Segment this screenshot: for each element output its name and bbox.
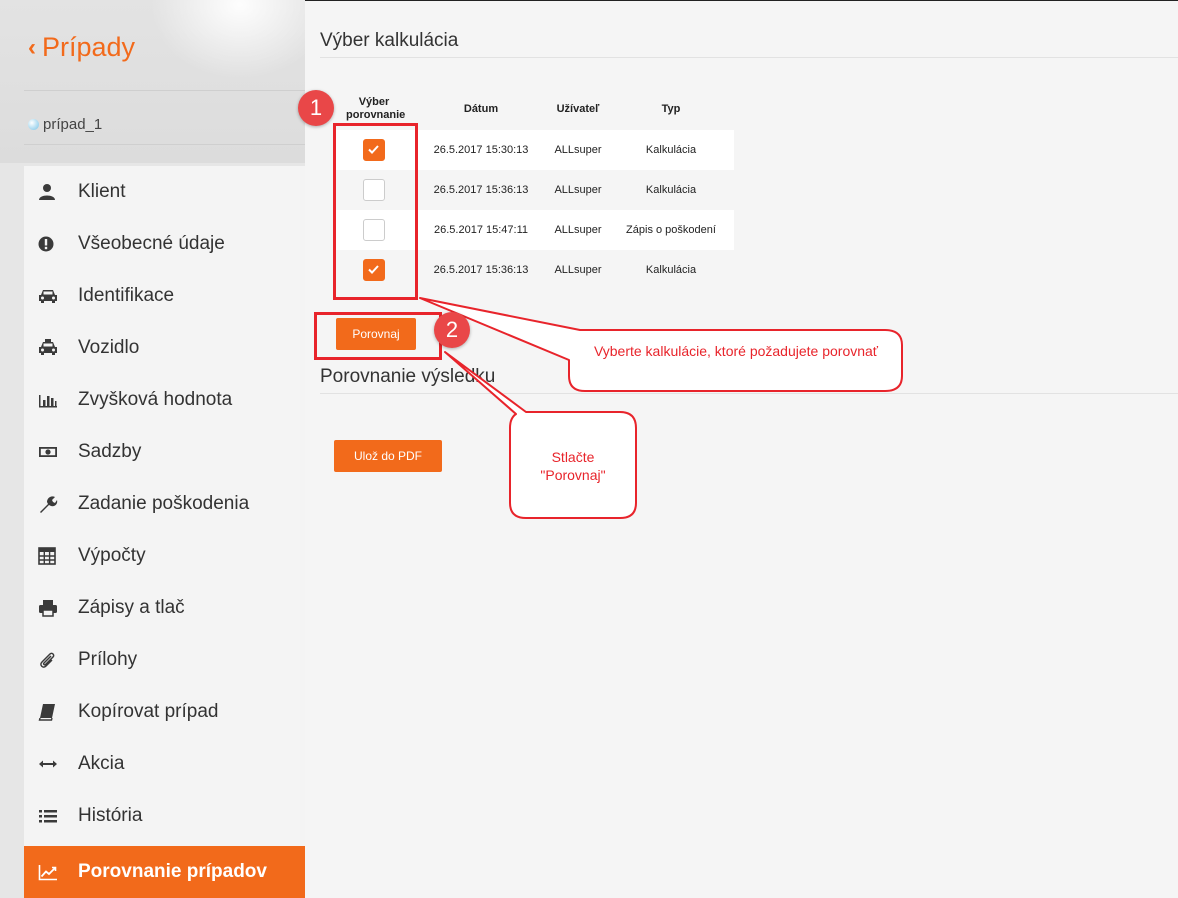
checkbox-highlight-box (333, 123, 418, 300)
callout-2-text: Stlačte "Porovnaj" (540, 449, 606, 483)
step-1-badge: 1 (298, 90, 334, 126)
callout-1-text: Vyberte kalkulácie, ktoré požadujete por… (593, 343, 879, 359)
step-2-badge: 2 (434, 312, 470, 348)
compare-highlight-box (314, 312, 442, 360)
